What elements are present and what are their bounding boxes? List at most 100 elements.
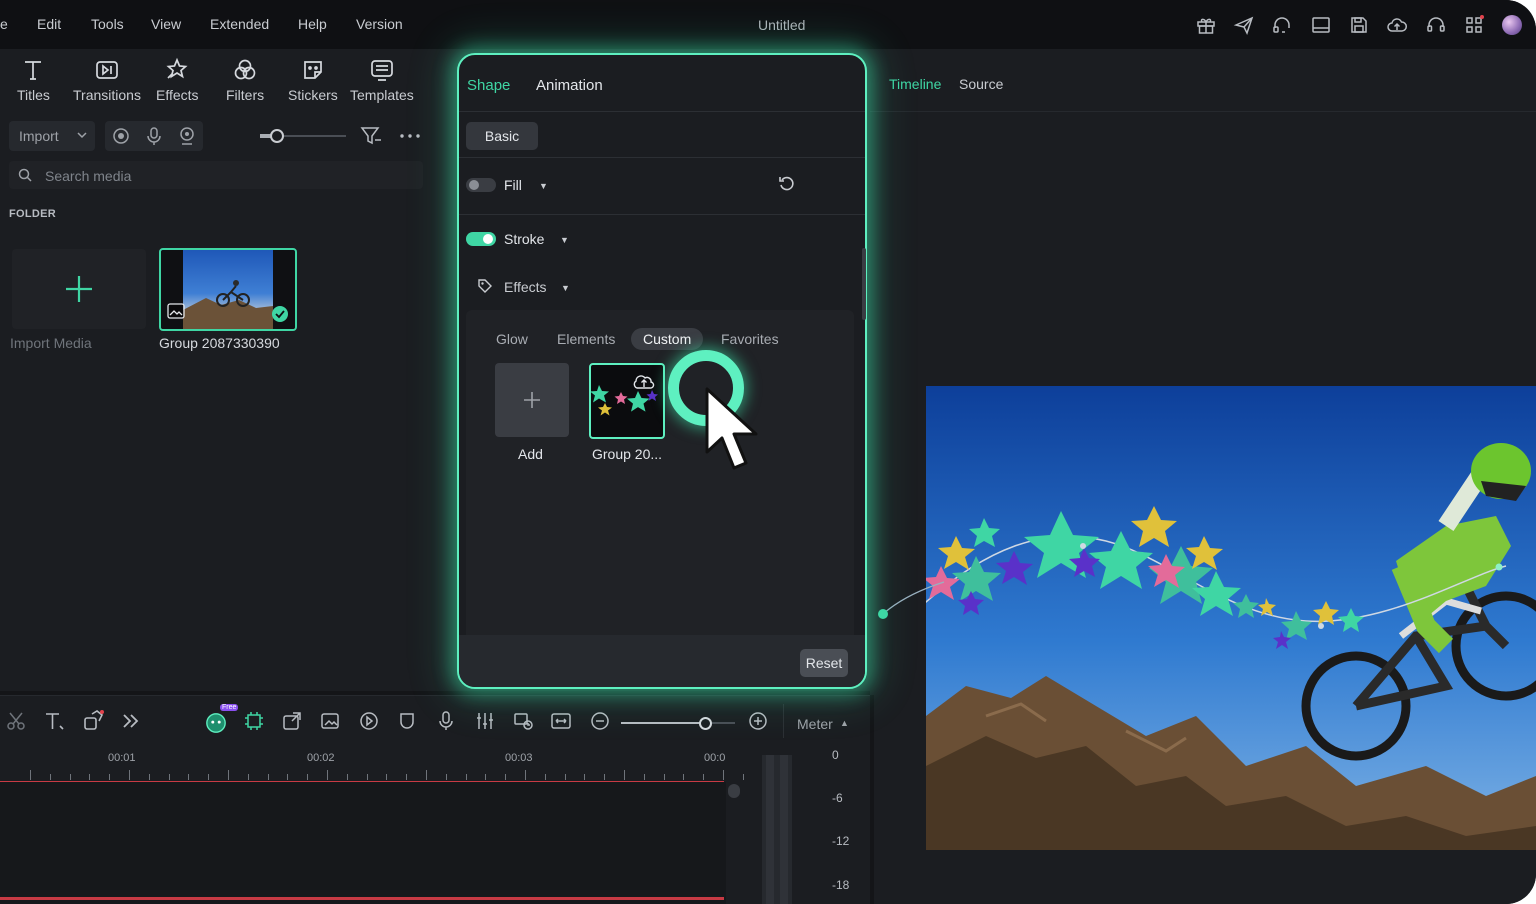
effect-tab-custom[interactable]: Custom: [631, 328, 704, 350]
search-placeholder: Search media: [45, 168, 132, 184]
scene-detect-icon[interactable]: [512, 710, 534, 732]
meter-label[interactable]: Meter: [797, 716, 833, 732]
ruler-tick: [49, 774, 51, 780]
filter-icon[interactable]: [360, 126, 382, 146]
zoom-slider[interactable]: [260, 129, 346, 143]
fill-toggle[interactable]: [466, 178, 496, 192]
effects-tag-icon: [478, 279, 492, 293]
zoom-in-icon[interactable]: [747, 710, 769, 732]
menu-extended[interactable]: Extended: [210, 16, 269, 32]
menu-edit[interactable]: Edit: [37, 16, 61, 32]
basic-button[interactable]: Basic: [466, 122, 538, 150]
meter-scale-6: -6: [832, 791, 843, 805]
ruler-tick: [624, 770, 625, 780]
fill-caret-icon[interactable]: ▼: [539, 181, 548, 191]
reset-icon[interactable]: [778, 175, 796, 193]
effects-caret-icon[interactable]: ▼: [561, 283, 570, 293]
zoom-out-icon[interactable]: [589, 710, 611, 732]
timeline-toolbar: Free Meter ▲: [0, 695, 870, 746]
reset-button[interactable]: Reset: [800, 649, 848, 677]
media-clip-thumbnail[interactable]: [159, 248, 297, 331]
toolbar-stickers[interactable]: Stickers: [288, 57, 338, 103]
add-effect-button[interactable]: [495, 363, 569, 437]
ruler-tick: [564, 774, 566, 780]
send-icon[interactable]: [1233, 14, 1255, 36]
ruler-tick: [228, 770, 229, 780]
stroke-toggle[interactable]: [466, 232, 496, 246]
preview-video-frame[interactable]: [926, 386, 1536, 850]
cloud-upload-icon[interactable]: [1386, 14, 1408, 36]
ai-copilot-icon[interactable]: [205, 712, 229, 736]
menu-view[interactable]: View: [151, 16, 181, 32]
zoom-slider-handle[interactable]: [270, 129, 284, 143]
tick-label: 00:01: [108, 752, 136, 764]
voiceover-icon[interactable]: [435, 710, 457, 732]
timeline-zoom-slider[interactable]: [621, 717, 735, 730]
effect-tab-elements[interactable]: Elements: [557, 331, 615, 347]
timeline-scrollbar[interactable]: [728, 784, 740, 904]
stickers-icon: [304, 61, 322, 79]
effects-label[interactable]: Effects: [504, 279, 547, 295]
effect-tab-glow[interactable]: Glow: [496, 331, 528, 347]
ruler-tick: [584, 774, 586, 780]
save-icon[interactable]: [1348, 14, 1370, 36]
templates-icon: [371, 60, 393, 81]
avatar[interactable]: [1502, 15, 1522, 35]
toolbar-filters[interactable]: Filters: [226, 57, 264, 103]
layout-icon[interactable]: [1310, 14, 1332, 36]
text-tool-icon[interactable]: [43, 710, 65, 732]
meter-scale-18: -18: [832, 878, 850, 892]
more-options-icon[interactable]: [399, 127, 421, 145]
speed-icon[interactable]: [358, 710, 380, 732]
timeline-tracks[interactable]: [0, 782, 726, 904]
support-icon[interactable]: [1425, 14, 1447, 36]
stroke-caret-icon[interactable]: ▼: [560, 235, 569, 245]
tab-source[interactable]: Source: [959, 76, 1003, 92]
tab-animation[interactable]: Animation: [536, 77, 603, 94]
import-media-tile[interactable]: [12, 249, 146, 329]
toolbar-templates[interactable]: Templates: [350, 57, 414, 103]
toolbar-effects[interactable]: Effects: [156, 57, 199, 103]
fill-label[interactable]: Fill: [504, 177, 522, 193]
caret-up-icon[interactable]: ▲: [840, 718, 849, 728]
webcam-icon[interactable]: [177, 126, 197, 146]
image-edit-icon[interactable]: [319, 710, 341, 732]
headset-icon[interactable]: [1271, 14, 1293, 36]
mask-icon[interactable]: [396, 710, 418, 732]
ruler-tick: [307, 774, 309, 780]
timeline-zoom-handle[interactable]: [699, 717, 712, 730]
timeline-ruler[interactable]: 00:01 00:02 00:03 00:0: [0, 746, 744, 783]
custom-effect-tile[interactable]: [589, 363, 665, 439]
custom-effect-label: Group 20...: [592, 446, 663, 462]
toolbar-label: Filters: [226, 87, 265, 103]
search-input[interactable]: Search media: [9, 161, 423, 189]
chevron-down-icon: [77, 132, 87, 139]
fit-timeline-icon[interactable]: [550, 710, 572, 732]
audio-mixer-icon[interactable]: [474, 710, 496, 732]
stroke-label[interactable]: Stroke: [504, 231, 544, 247]
microphone-icon[interactable]: [144, 126, 164, 146]
toolbar-titles[interactable]: Titles: [17, 57, 50, 103]
search-icon: [18, 168, 32, 182]
ruler-tick: [406, 774, 408, 780]
ruler-tick: [604, 774, 606, 780]
auto-reframe-icon[interactable]: [243, 710, 265, 732]
apps-icon[interactable]: [1463, 14, 1485, 36]
export-clip-icon[interactable]: [281, 710, 303, 732]
menu-help[interactable]: Help: [298, 16, 327, 32]
menu-version[interactable]: Version: [356, 16, 403, 32]
menu-file[interactable]: e: [0, 16, 8, 32]
shape-tool-icon[interactable]: [82, 710, 104, 732]
gift-icon[interactable]: [1195, 14, 1217, 36]
tick-label: 00:0: [704, 752, 726, 764]
effect-tab-favorites[interactable]: Favorites: [721, 331, 779, 347]
scissors-icon[interactable]: [5, 710, 27, 732]
record-screen-icon[interactable]: [111, 126, 131, 146]
more-tools-icon[interactable]: [119, 710, 141, 732]
import-button[interactable]: Import: [9, 121, 95, 151]
toolbar-transitions[interactable]: Transitions: [73, 57, 141, 103]
menu-tools[interactable]: Tools: [91, 16, 124, 32]
tab-shape[interactable]: Shape: [467, 77, 510, 94]
shape-panel-scrollbar[interactable]: [862, 248, 866, 320]
tab-timeline[interactable]: Timeline: [889, 76, 941, 92]
